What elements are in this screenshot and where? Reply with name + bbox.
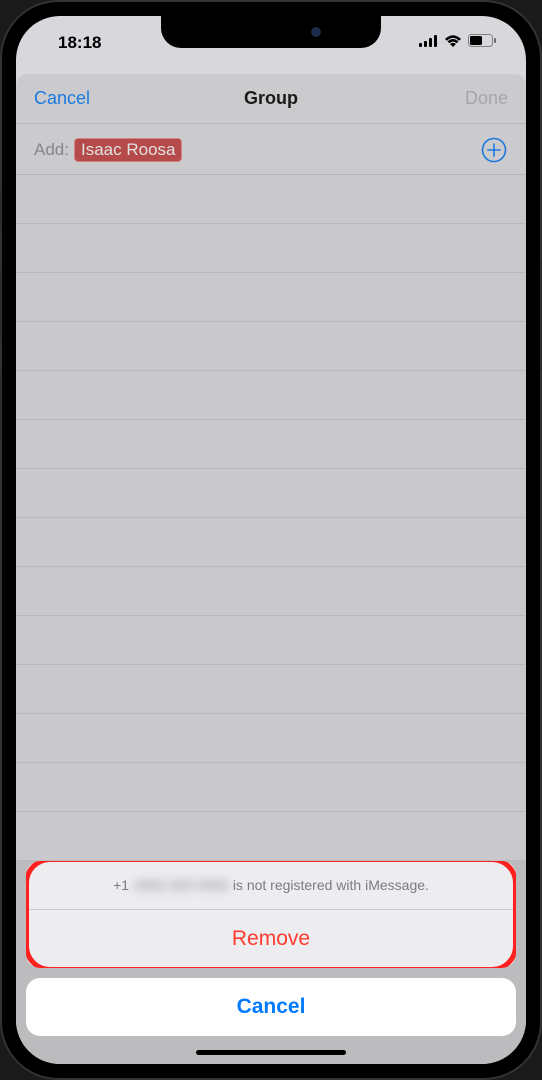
- screen: 18:18 Cancel Group Done Add:: [16, 16, 526, 1064]
- list-row: [16, 322, 526, 371]
- list-row: [16, 665, 526, 714]
- add-label: Add:: [34, 140, 69, 160]
- add-contact-row[interactable]: Add: Isaac Roosa: [16, 124, 526, 175]
- status-icons: [419, 28, 496, 52]
- nav-bar: Cancel Group Done: [16, 74, 526, 124]
- action-sheet: +1 (888) 888-8888 is not registered with…: [16, 861, 526, 1064]
- contact-list-area: [16, 175, 526, 861]
- status-time: 18:18: [46, 27, 101, 53]
- list-row: [16, 175, 526, 224]
- list-row: [16, 616, 526, 665]
- done-button[interactable]: Done: [438, 88, 508, 109]
- phone-number-redacted: (888) 888-8888: [133, 877, 229, 893]
- cancel-button[interactable]: Cancel: [34, 88, 104, 109]
- list-row: [16, 420, 526, 469]
- volume-down-button[interactable]: [0, 370, 1, 440]
- contact-chip[interactable]: Isaac Roosa: [75, 139, 182, 161]
- list-row: [16, 812, 526, 861]
- home-indicator[interactable]: [196, 1050, 346, 1055]
- wifi-icon: [444, 34, 462, 52]
- remove-button[interactable]: Remove: [26, 910, 516, 968]
- message-suffix: is not registered with iMessage.: [233, 877, 429, 893]
- notch: [161, 16, 381, 48]
- cellular-icon: [419, 34, 438, 52]
- action-sheet-group: +1 (888) 888-8888 is not registered with…: [26, 861, 516, 968]
- list-row: [16, 273, 526, 322]
- action-sheet-message: +1 (888) 888-8888 is not registered with…: [26, 861, 516, 910]
- list-row: [16, 763, 526, 812]
- phone-frame: 18:18 Cancel Group Done Add:: [0, 0, 542, 1080]
- list-row: [16, 224, 526, 273]
- battery-icon: [468, 34, 496, 52]
- list-row: [16, 469, 526, 518]
- phone-prefix: +1: [113, 877, 129, 893]
- list-row: [16, 371, 526, 420]
- list-row: [16, 714, 526, 763]
- mute-switch[interactable]: [0, 190, 1, 230]
- plus-circle-icon: [481, 137, 507, 163]
- page-title: Group: [244, 88, 298, 109]
- list-row: [16, 567, 526, 616]
- camera-sensor: [311, 27, 321, 37]
- side-buttons-left: [0, 190, 1, 470]
- add-contact-button[interactable]: [480, 136, 508, 164]
- volume-up-button[interactable]: [0, 270, 1, 340]
- list-row: [16, 518, 526, 567]
- action-sheet-cancel-button[interactable]: Cancel: [26, 978, 516, 1036]
- modal-sheet: Cancel Group Done Add: Isaac Roosa: [16, 74, 526, 1064]
